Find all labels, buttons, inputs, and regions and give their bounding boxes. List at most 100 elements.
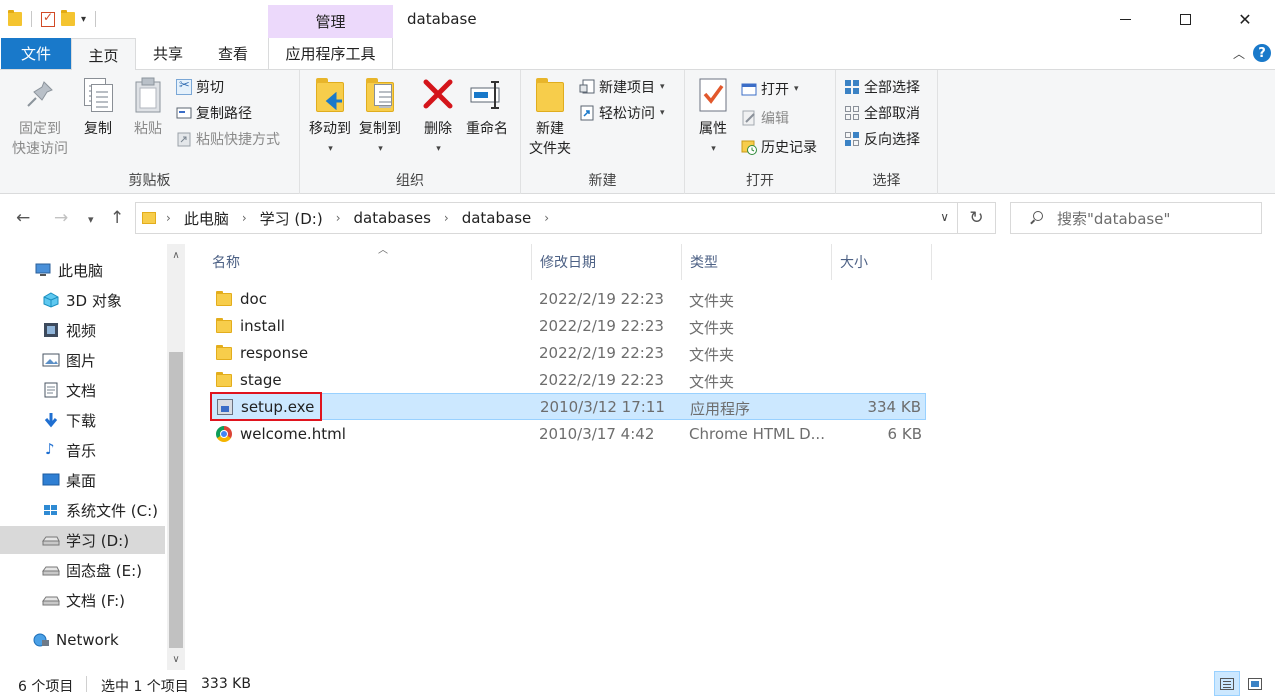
copy-path-icon bbox=[176, 105, 192, 121]
address-history-chevron-icon[interactable]: ∨ bbox=[940, 210, 949, 224]
nav-item-documents[interactable]: 文档 bbox=[0, 376, 165, 404]
move-to-button[interactable]: 移动到 ▾ bbox=[306, 76, 354, 159]
pin-to-quick-access-button[interactable]: 固定到 快速访问 bbox=[10, 76, 70, 159]
file-row-install[interactable]: install 2022/2/19 22:23 文件夹 bbox=[210, 313, 926, 340]
new-folder-quick-icon[interactable] bbox=[61, 10, 75, 26]
nav-item-this-pc[interactable]: 此电脑 bbox=[0, 256, 165, 284]
forward-arrow-icon[interactable]: → bbox=[54, 208, 68, 228]
rename-button[interactable]: 重命名 bbox=[463, 76, 511, 139]
nav-item-label: Network bbox=[56, 631, 119, 649]
select-none-button[interactable]: 全部取消 bbox=[844, 102, 920, 124]
paste-button[interactable]: 粘贴 bbox=[128, 76, 168, 139]
nav-item-drive-d[interactable]: 学习 (D:) bbox=[0, 526, 165, 554]
cut-button[interactable]: ✂ 剪切 bbox=[176, 76, 224, 98]
breadcrumb-chevron-icon[interactable]: › bbox=[242, 211, 247, 225]
column-header-type[interactable]: 类型 bbox=[682, 244, 832, 280]
new-folder-label-1: 新建 bbox=[536, 121, 564, 137]
paste-shortcut-button[interactable]: 粘贴快捷方式 bbox=[176, 128, 280, 150]
paste-shortcut-label: 粘贴快捷方式 bbox=[196, 132, 280, 148]
maximize-button[interactable] bbox=[1155, 0, 1215, 38]
up-arrow-icon[interactable]: ↑ bbox=[110, 208, 124, 228]
properties-button[interactable]: 属性 ▾ bbox=[693, 76, 733, 159]
file-row-stage[interactable]: stage 2022/2/19 22:23 文件夹 bbox=[210, 367, 926, 394]
easy-access-button[interactable]: 轻松访问 ▾ bbox=[579, 102, 665, 124]
item-count: 6 个项目 bbox=[18, 679, 74, 695]
file-row-response[interactable]: response 2022/2/19 22:23 文件夹 bbox=[210, 340, 926, 367]
minimize-button[interactable] bbox=[1095, 0, 1155, 38]
history-button[interactable]: 历史记录 bbox=[741, 136, 817, 158]
nav-item-3d-objects[interactable]: 3D 对象 bbox=[0, 286, 165, 314]
file-name: install bbox=[240, 317, 285, 335]
delete-button[interactable]: 删除 ▾ bbox=[418, 76, 458, 159]
tab-file[interactable]: 文件 bbox=[1, 38, 71, 69]
nav-item-pictures[interactable]: 图片 bbox=[0, 346, 165, 374]
refresh-button[interactable]: ↻ bbox=[958, 202, 996, 234]
copy-to-button[interactable]: 复制到 ▾ bbox=[356, 76, 404, 159]
nav-item-music[interactable]: ♪ 音乐 bbox=[0, 436, 165, 464]
tab-view[interactable]: 查看 bbox=[200, 38, 266, 69]
status-bar: 6 个项目 选中 1 个项目 333 KB bbox=[0, 670, 1275, 699]
column-header-size[interactable]: 大小 bbox=[832, 244, 932, 280]
recent-locations-chevron-icon[interactable]: ▾ bbox=[88, 213, 94, 226]
select-all-button[interactable]: 全部选择 bbox=[844, 76, 920, 98]
nav-item-network[interactable]: Network bbox=[0, 626, 165, 654]
edit-button[interactable]: 编辑 bbox=[741, 107, 789, 129]
navigation-bar: ← → ▾ ↑ › 此电脑 › 学习 (D:) › databases › da… bbox=[0, 194, 1275, 244]
divider bbox=[86, 676, 87, 692]
breadcrumb-chevron-icon[interactable]: › bbox=[166, 211, 171, 225]
paste-icon bbox=[130, 76, 166, 114]
file-row-doc[interactable]: doc 2022/2/19 22:23 文件夹 bbox=[210, 286, 926, 313]
file-list: 名称 ︿ 修改日期 类型 大小 doc 2022/2/19 22:23 文件夹 … bbox=[190, 244, 1275, 670]
column-header-name[interactable]: 名称 ︿ bbox=[204, 244, 532, 280]
customize-qat-chevron-icon[interactable]: ▾ bbox=[81, 14, 86, 25]
tab-share[interactable]: 共享 bbox=[136, 38, 200, 69]
collapse-ribbon-chevron-icon[interactable]: ︿ bbox=[1233, 45, 1245, 62]
breadcrumb-databases[interactable]: databases bbox=[354, 209, 431, 227]
large-icons-view-button[interactable] bbox=[1242, 671, 1268, 696]
nav-item-drive-e[interactable]: 固态盘 (E:) bbox=[0, 556, 165, 584]
breadcrumb-chevron-icon[interactable]: › bbox=[336, 211, 341, 225]
search-box[interactable]: 搜索"database" bbox=[1010, 202, 1262, 234]
select-all-label: 全部选择 bbox=[864, 80, 920, 96]
tab-app-tools[interactable]: 应用程序工具 bbox=[268, 38, 393, 69]
nav-item-videos[interactable]: 视频 bbox=[0, 316, 165, 344]
breadcrumb-drive-d[interactable]: 学习 (D:) bbox=[260, 208, 323, 229]
nav-item-drive-c[interactable]: 系统文件 (C:) bbox=[0, 496, 165, 524]
folder-icon bbox=[216, 345, 232, 360]
invert-selection-button[interactable]: 反向选择 bbox=[844, 128, 920, 150]
3d-objects-icon bbox=[42, 292, 60, 308]
breadcrumb-chevron-icon[interactable]: › bbox=[544, 211, 549, 225]
new-folder-button[interactable]: 新建 文件夹 bbox=[527, 76, 573, 159]
close-button[interactable]: ✕ bbox=[1215, 0, 1275, 38]
nav-pane-scrollbar[interactable]: ∧ ∨ bbox=[167, 244, 185, 670]
file-row-welcome-html[interactable]: welcome.html 2010/3/17 4:42 Chrome HTML … bbox=[210, 421, 926, 448]
column-header-date[interactable]: 修改日期 bbox=[532, 244, 682, 280]
pictures-icon bbox=[42, 352, 60, 368]
new-item-button[interactable]: 新建项目 ▾ bbox=[579, 76, 665, 98]
nav-item-downloads[interactable]: 下载 bbox=[0, 406, 165, 434]
scroll-down-icon[interactable]: ∨ bbox=[167, 650, 185, 668]
address-bar[interactable]: › 此电脑 › 学习 (D:) › databases › database ›… bbox=[135, 202, 958, 234]
group-organize: 移动到 ▾ 复制到 ▾ 删除 ▾ 重命名 组织 bbox=[300, 70, 521, 194]
easy-access-label: 轻松访问 bbox=[599, 106, 655, 122]
open-icon bbox=[741, 81, 757, 97]
selected-count: 选中 1 个项目 bbox=[101, 679, 189, 695]
details-view-button[interactable] bbox=[1214, 671, 1240, 696]
nav-item-desktop[interactable]: 桌面 bbox=[0, 466, 165, 494]
breadcrumb-database[interactable]: database bbox=[462, 209, 532, 227]
breadcrumb-chevron-icon[interactable]: › bbox=[444, 211, 449, 225]
scroll-up-icon[interactable]: ∧ bbox=[167, 246, 185, 264]
close-icon: ✕ bbox=[1238, 9, 1252, 29]
scrollbar-thumb[interactable] bbox=[169, 352, 183, 648]
breadcrumb-this-pc[interactable]: 此电脑 bbox=[184, 208, 229, 229]
help-icon[interactable]: ? bbox=[1253, 44, 1271, 62]
copy-button[interactable]: 复制 bbox=[78, 76, 118, 139]
nav-item-drive-f[interactable]: 文档 (F:) bbox=[0, 586, 165, 614]
open-button[interactable]: 打开 ▾ bbox=[741, 78, 799, 100]
properties-quick-icon[interactable] bbox=[41, 10, 55, 27]
copy-path-button[interactable]: 复制路径 bbox=[176, 102, 252, 124]
edit-label: 编辑 bbox=[761, 111, 789, 127]
tab-home[interactable]: 主页 bbox=[71, 38, 136, 71]
file-date: 2022/2/19 22:23 bbox=[539, 290, 664, 308]
back-arrow-icon[interactable]: ← bbox=[16, 208, 30, 228]
